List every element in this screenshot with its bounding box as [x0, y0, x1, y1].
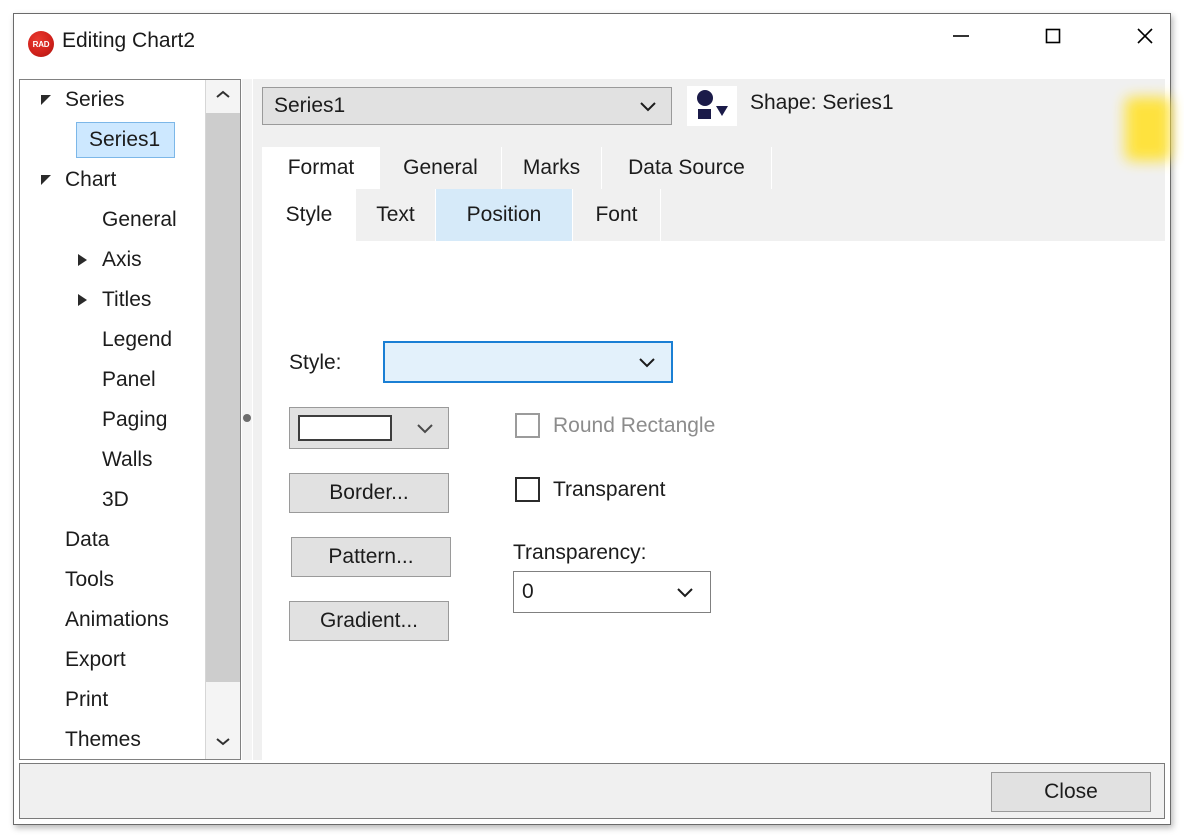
- checkbox-box: [515, 477, 540, 502]
- tab-general[interactable]: General: [380, 147, 502, 189]
- tree-item-label: Series: [65, 88, 125, 111]
- tree-item-label: Chart: [65, 168, 117, 191]
- transparent-label: Transparent: [553, 477, 666, 501]
- tree-item-label: Data: [65, 528, 110, 551]
- tree-item-label: Tools: [65, 568, 115, 591]
- subtab-position[interactable]: Position: [436, 189, 573, 241]
- tree-item-titles[interactable]: Titles: [20, 280, 205, 320]
- tree-item-themes[interactable]: Themes: [20, 720, 205, 759]
- subtab-text[interactable]: Text: [356, 189, 436, 241]
- tree-item-label: Axis: [102, 248, 142, 271]
- tree-item-print[interactable]: Print: [20, 680, 205, 720]
- title-bar: RAD Editing Chart2: [14, 14, 1170, 72]
- scroll-down-button[interactable]: [206, 726, 240, 759]
- transparent-checkbox[interactable]: Transparent: [515, 477, 665, 502]
- color-swatch: [298, 415, 392, 441]
- style-tab-page: Style: Border... Pattern... Gradient... …: [262, 241, 1165, 760]
- shape-series-icon: [692, 88, 732, 125]
- chevron-down-icon: [214, 734, 232, 752]
- navigation-tree[interactable]: Series Series1 Chart General Axis Titles Legen…: [20, 80, 205, 759]
- tree-item-export[interactable]: Export: [20, 640, 205, 680]
- chevron-down-icon: [635, 343, 659, 381]
- transparency-select[interactable]: 0: [513, 571, 711, 613]
- splitter-handle-icon: [243, 414, 251, 422]
- window-title: Editing Chart2: [62, 29, 196, 52]
- close-window-button[interactable]: [1122, 14, 1168, 58]
- tree-item-series[interactable]: Series: [20, 80, 205, 120]
- tree-item-tools[interactable]: Tools: [20, 560, 205, 600]
- transparency-value: 0: [522, 580, 534, 603]
- color-select[interactable]: [289, 407, 449, 449]
- tree-item-legend[interactable]: Legend: [20, 320, 205, 360]
- tab-data-source[interactable]: Data Source: [602, 147, 772, 189]
- triangle-expanded-icon[interactable]: [34, 80, 60, 120]
- series-select[interactable]: Series1: [262, 87, 672, 125]
- tree-item-data[interactable]: Data: [20, 520, 205, 560]
- shape-gallery-button[interactable]: [687, 86, 737, 126]
- tree-item-label: General: [102, 208, 177, 231]
- chevron-down-icon: [414, 408, 436, 448]
- triangle-expanded-icon[interactable]: [34, 160, 60, 200]
- checkbox-box: [515, 413, 540, 438]
- border-button[interactable]: Border...: [289, 473, 449, 513]
- maximize-button[interactable]: [1030, 14, 1076, 58]
- round-rectangle-checkbox[interactable]: Round Rectangle: [515, 413, 715, 438]
- tree-item-chart[interactable]: Chart: [20, 160, 205, 200]
- tree-item-walls[interactable]: Walls: [20, 440, 205, 480]
- tree-item-label: Panel: [102, 368, 156, 391]
- gradient-button[interactable]: Gradient...: [289, 601, 449, 641]
- tree-item-label: Export: [65, 648, 126, 671]
- tree-item-label: Print: [65, 688, 109, 711]
- tree-item-general[interactable]: General: [20, 200, 205, 240]
- tree-item-animations[interactable]: Animations: [20, 600, 205, 640]
- rad-logo-icon: RAD: [28, 31, 54, 57]
- style-select[interactable]: [383, 341, 673, 383]
- pattern-button[interactable]: Pattern...: [291, 537, 451, 577]
- tree-item-axis[interactable]: Axis: [20, 240, 205, 280]
- tree-item-panel[interactable]: Panel: [20, 360, 205, 400]
- chevron-down-icon: [674, 572, 696, 612]
- secondary-tab-strip[interactable]: Style Text Position Font: [262, 189, 1165, 241]
- tree-item-label: Titles: [102, 288, 152, 311]
- minimize-icon: [951, 29, 971, 43]
- style-field-label: Style:: [289, 351, 342, 374]
- triangle-collapsed-icon[interactable]: [69, 240, 95, 280]
- tree-item-3d[interactable]: 3D: [20, 480, 205, 520]
- maximize-icon: [1043, 26, 1063, 46]
- tab-format[interactable]: Format: [262, 147, 380, 189]
- shape-label: Shape: Series1: [750, 91, 894, 114]
- chevron-up-icon: [214, 88, 232, 106]
- subtab-style[interactable]: Style: [262, 189, 356, 241]
- navigation-tree-panel: Series Series1 Chart General Axis Titles Legen…: [19, 79, 241, 760]
- dialog-footer: Close: [19, 763, 1165, 819]
- scroll-up-button[interactable]: [206, 80, 240, 113]
- editing-chart-dialog: RAD Editing Chart2 Series Series1 Chart Gen…: [13, 13, 1171, 825]
- transparency-field-label: Transparency:: [513, 541, 647, 564]
- primary-tab-strip[interactable]: Format General Marks Data Source: [262, 147, 1165, 189]
- close-button[interactable]: Close: [991, 772, 1151, 812]
- triangle-collapsed-icon[interactable]: [69, 280, 95, 320]
- panel-splitter[interactable]: [242, 79, 252, 760]
- minimize-button[interactable]: [938, 14, 984, 58]
- tree-scrollbar[interactable]: [205, 80, 240, 759]
- chevron-down-icon: [637, 88, 659, 124]
- tab-marks[interactable]: Marks: [502, 147, 602, 189]
- properties-pane: Series1 Shape: Series1 Format General Mark…: [253, 79, 1171, 760]
- tree-item-label: Legend: [102, 328, 173, 351]
- tree-item-label: Themes: [65, 728, 141, 751]
- tree-item-label: Paging: [102, 408, 168, 431]
- tree-item-label: Walls: [102, 448, 153, 471]
- tree-item-series1[interactable]: Series1: [20, 120, 205, 160]
- subtab-font[interactable]: Font: [573, 189, 661, 241]
- rad-logo-text: RAD: [32, 39, 50, 49]
- scrollbar-thumb[interactable]: [206, 113, 240, 682]
- tree-item-paging[interactable]: Paging: [20, 400, 205, 440]
- round-rectangle-label: Round Rectangle: [553, 413, 716, 437]
- close-icon: [1133, 24, 1157, 48]
- series-select-value: Series1: [274, 94, 346, 117]
- tree-item-label: 3D: [102, 488, 129, 511]
- tree-item-label: Animations: [65, 608, 169, 631]
- tree-item-label: Series1: [76, 122, 176, 158]
